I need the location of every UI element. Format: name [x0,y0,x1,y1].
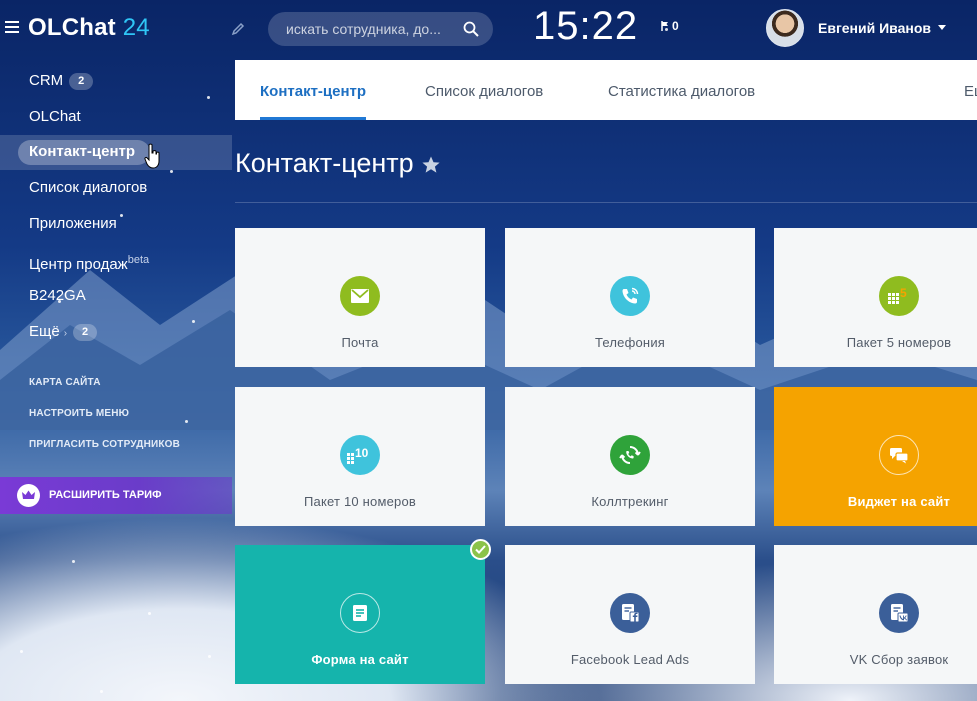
sidebar-item-label: CRM [29,72,64,89]
sidebar-item-applications[interactable]: Приложения [29,213,117,235]
sidebar-item-label: Приложения [29,215,117,232]
sidebar-item-label: Контакт-центр [29,143,136,160]
clock[interactable]: 15:22 [533,4,638,49]
pencil-icon[interactable] [231,22,245,36]
star-icon[interactable] [421,155,441,175]
sidebar-item-label: OLChat [29,108,81,125]
sidebar-item-more[interactable]: Ещё › 2 [29,321,98,343]
search-box[interactable] [268,12,493,46]
flag-icon [661,21,668,31]
upgrade-plan-button[interactable]: РАСШИРИТЬ ТАРИФ [0,477,232,514]
tile-label: Коллтрекинг [591,494,669,509]
counter-badge: 2 [69,73,94,90]
tile-label: Форма на сайт [311,652,409,667]
logo-number: 24 [122,14,150,41]
chat-bubbles-icon [879,435,919,475]
sidebar-item-sales-center[interactable]: Центр продажbeta [29,249,150,273]
form-icon [340,593,380,633]
sidebar-item-label: Список диалогов [29,179,148,196]
tab-dialog-list[interactable]: Список диалогов [425,60,543,120]
tile-package-5-numbers[interactable]: 5 Пакет 5 номеров [774,228,977,367]
configure-menu-link[interactable]: НАСТРОИТЬ МЕНЮ [29,408,129,419]
tile-label: Телефония [594,335,666,350]
phone-icon [610,276,650,316]
flag-count: 0 [672,19,679,33]
dialpad-number-text: 10 [355,446,369,460]
tile-mail[interactable]: Почта [235,228,485,367]
sidebar-item-dialog-list[interactable]: Список диалогов [29,177,147,199]
counter-badge: 2 [73,324,98,341]
tabs-bar: Контакт-центр Список диалогов Статистика… [235,60,977,120]
sidebar-item-label: Ещё [29,323,60,340]
tile-telephony[interactable]: Телефония [505,228,755,367]
hamburger-menu-icon[interactable] [5,21,19,33]
tile-label: Пакет 10 номеров [304,494,416,509]
tile-package-10-numbers[interactable]: 10 Пакет 10 номеров [235,387,485,526]
facebook-form-icon [610,593,650,633]
tile-label: Пакет 5 номеров [846,335,952,350]
tile-vk-lead-collection[interactable]: VK Сбор заявок [774,545,977,684]
tile-label: Facebook Lead Ads [570,652,690,667]
upgrade-label: РАСШИРИТЬ ТАРИФ [49,489,162,501]
search-input[interactable] [286,12,451,46]
sidebar-item-contact-center[interactable]: Контакт-центр [29,141,135,163]
avatar[interactable] [766,9,804,47]
tile-calltracking[interactable]: Коллтрекинг [505,387,755,526]
dialpad-5-icon: 5 [879,276,919,316]
dialpad-number-text: 5 [900,286,907,300]
logo-text: OLChat [28,14,116,41]
search-icon[interactable] [463,21,479,37]
sidebar-item-crm[interactable]: CRM 2 [29,70,94,92]
page-title: Контакт-центр [235,148,414,178]
tab-dialog-statistics[interactable]: Статистика диалогов [608,60,755,120]
tile-site-widget[interactable]: Виджет на сайт [774,387,977,526]
check-icon [470,539,491,560]
tile-label: Виджет на сайт [847,494,951,509]
sidebar-item-label: B242GA [29,287,86,304]
app-logo[interactable]: OLChat 24 [28,14,150,42]
mouse-cursor-icon [144,143,160,169]
invite-employees-link[interactable]: ПРИГЛАСИТЬ СОТРУДНИКОВ [29,439,180,450]
tab-contact-center[interactable]: Контакт-центр [260,60,367,120]
site-map-link[interactable]: КАРТА САЙТА [29,377,101,388]
title-divider [235,202,977,203]
tile-facebook-lead-ads[interactable]: Facebook Lead Ads [505,545,755,684]
vk-form-icon [879,593,919,633]
sidebar-item-b242ga[interactable]: B242GA [29,285,86,307]
user-name[interactable]: Евгений Иванов [818,20,931,36]
dialpad-10-icon: 10 [340,435,380,475]
tab-more[interactable]: Ещ [964,60,977,120]
mail-icon [340,276,380,316]
sidebar-item-label: Центр продаж [29,256,128,273]
top-bar: OLChat 24 15:22 0 Евгений Иванов [0,0,977,60]
chevron-down-icon[interactable] [938,25,946,30]
tile-label: Почта [341,335,379,350]
tile-label: VK Сбор заявок [849,652,949,667]
sidebar-item-olchat[interactable]: OLChat [29,106,81,128]
calltracking-icon [610,435,650,475]
tile-site-form[interactable]: Форма на сайт [235,539,491,684]
crown-icon [17,484,40,507]
flag-counter[interactable]: 0 [661,19,679,33]
more-chevron-icon: › [63,328,68,339]
beta-label: beta [127,254,150,266]
